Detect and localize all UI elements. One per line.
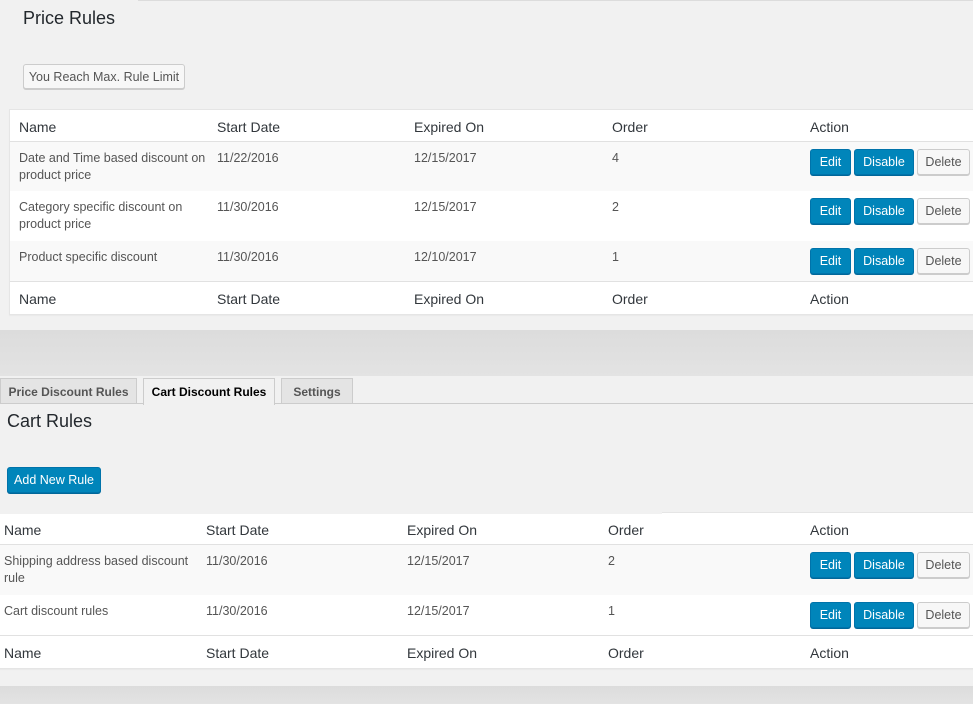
rule-name-line: Date and Time based discount on — [19, 151, 206, 165]
rule-name-line: product price — [19, 217, 92, 231]
disable-button[interactable]: Disable — [854, 198, 914, 224]
edit-button[interactable]: Edit — [810, 552, 851, 578]
price-rules-panel: Price Rules You Reach Max. Rule Limit Na… — [0, 0, 973, 330]
col-start-date[interactable]: Start Date — [206, 521, 269, 539]
expired-on: 12/15/2017 — [414, 151, 477, 165]
col-start-date[interactable]: Start Date — [206, 644, 269, 662]
tab-price-discount-rules[interactable]: Price Discount Rules — [0, 378, 137, 404]
col-order[interactable]: Order — [612, 290, 648, 308]
rule-name: Category specific discount on product pr… — [19, 199, 182, 233]
col-start-date[interactable]: Start Date — [217, 290, 280, 308]
rule-name: Date and Time based discount on product … — [19, 150, 205, 184]
disable-button[interactable]: Disable — [854, 552, 914, 578]
table-header: Name Start Date Expired On Order Action — [0, 513, 973, 545]
start-date: 11/30/2016 — [206, 604, 268, 618]
max-rule-limit-button[interactable]: You Reach Max. Rule Limit — [23, 64, 185, 89]
start-date: 11/30/2016 — [217, 250, 279, 264]
disable-button[interactable]: Disable — [854, 602, 914, 628]
delete-button[interactable]: Delete — [917, 602, 970, 628]
table-footer: Name Start Date Expired On Order Action — [0, 635, 973, 668]
delete-button[interactable]: Delete — [917, 198, 970, 224]
section-separator — [0, 330, 973, 376]
price-rules-table: Name Start Date Expired On Order Action … — [9, 109, 973, 315]
disable-button[interactable]: Disable — [854, 149, 914, 175]
cart-rules-title: Cart Rules — [7, 411, 93, 431]
rule-name: Cart discount rules — [4, 604, 109, 618]
col-order[interactable]: Order — [608, 644, 644, 662]
delete-button[interactable]: Delete — [917, 552, 970, 578]
expired-on: 12/15/2017 — [414, 200, 477, 214]
col-order[interactable]: Order — [608, 521, 644, 539]
col-expired-on[interactable]: Expired On — [414, 290, 484, 308]
edit-button[interactable]: Edit — [810, 198, 851, 224]
edit-button[interactable]: Edit — [810, 248, 851, 274]
table-row: Category specific discount on product pr… — [10, 191, 973, 241]
table-row: Shipping address based discount rule 11/… — [0, 545, 973, 595]
start-date: 11/22/2016 — [217, 151, 279, 165]
edit-button[interactable]: Edit — [810, 602, 851, 628]
expired-on: 12/15/2017 — [407, 604, 470, 618]
rule-name-line: product price — [19, 168, 92, 182]
start-date: 11/30/2016 — [206, 554, 268, 568]
order: 4 — [612, 151, 619, 165]
col-name[interactable]: Name — [19, 118, 56, 136]
col-action: Action — [810, 291, 849, 307]
table-header: Name Start Date Expired On Order Action — [10, 110, 973, 142]
edit-button[interactable]: Edit — [810, 149, 851, 175]
order: 2 — [612, 200, 619, 214]
table-top-edge — [0, 511, 662, 514]
bottom-separator — [0, 686, 973, 704]
add-new-rule-button[interactable]: Add New Rule — [7, 467, 101, 493]
col-name[interactable]: Name — [19, 290, 56, 308]
table-row: Date and Time based discount on product … — [10, 142, 973, 191]
tab-settings[interactable]: Settings — [281, 378, 353, 404]
col-action: Action — [810, 645, 849, 661]
order: 1 — [608, 604, 615, 618]
delete-button[interactable]: Delete — [917, 149, 970, 175]
col-expired-on[interactable]: Expired On — [407, 521, 477, 539]
start-date: 11/30/2016 — [217, 200, 279, 214]
rule-name-line: rule — [4, 571, 25, 585]
order: 2 — [608, 554, 615, 568]
rule-name: Shipping address based discount rule — [4, 553, 188, 587]
col-action: Action — [810, 119, 849, 135]
panel-notch — [0, 0, 138, 2]
rule-name-line: Category specific discount on — [19, 200, 183, 214]
cart-rules-table: Name Start Date Expired On Order Action … — [0, 512, 973, 669]
col-order[interactable]: Order — [612, 118, 648, 136]
col-expired-on[interactable]: Expired On — [414, 118, 484, 136]
col-start-date[interactable]: Start Date — [217, 118, 280, 136]
rule-name-line: Shipping address based discount — [4, 554, 189, 568]
page-title: Price Rules — [23, 8, 116, 28]
table-row: Product specific discount 11/30/2016 12/… — [10, 241, 973, 281]
disable-button[interactable]: Disable — [854, 248, 914, 274]
col-expired-on[interactable]: Expired On — [407, 644, 477, 662]
col-action: Action — [810, 522, 849, 538]
order: 1 — [612, 250, 619, 264]
col-name[interactable]: Name — [4, 644, 41, 662]
col-name[interactable]: Name — [4, 521, 41, 539]
table-footer: Name Start Date Expired On Order Action — [10, 281, 973, 314]
rule-name: Product specific discount — [19, 250, 158, 264]
tab-cart-discount-rules[interactable]: Cart Discount Rules — [143, 378, 275, 405]
expired-on: 12/10/2017 — [414, 250, 477, 264]
delete-button[interactable]: Delete — [917, 248, 970, 274]
expired-on: 12/15/2017 — [407, 554, 470, 568]
table-row: Cart discount rules 11/30/2016 12/15/201… — [0, 595, 973, 635]
